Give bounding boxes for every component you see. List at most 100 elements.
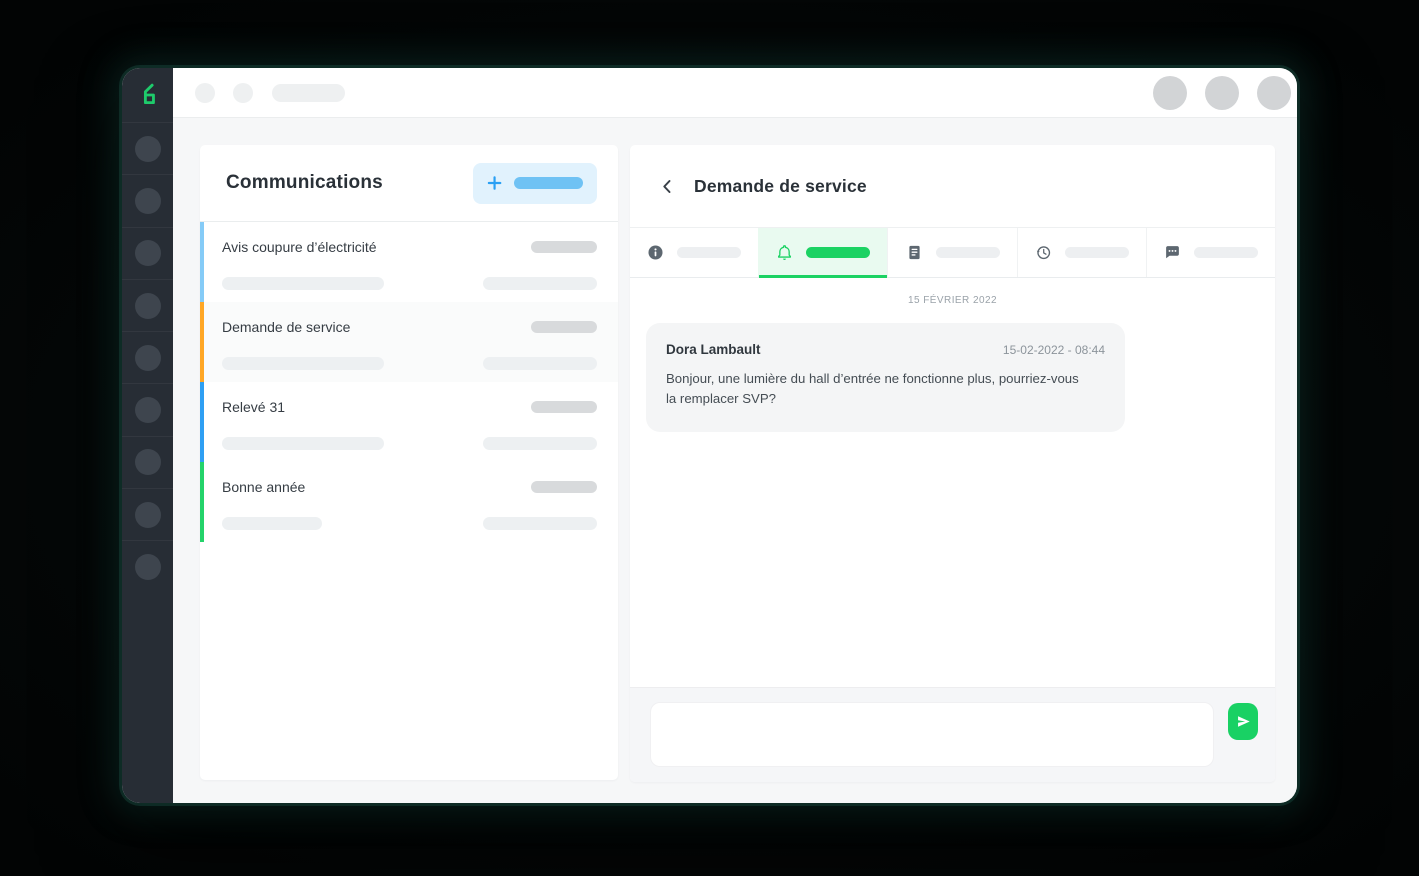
sidebar-nav-icon-placeholder <box>135 293 161 319</box>
communications-header: Communications <box>200 145 618 222</box>
communication-item-bottom <box>222 277 597 290</box>
sidebar-nav-icon-placeholder <box>135 345 161 371</box>
brand-b-logo <box>122 68 173 122</box>
send-icon <box>1236 714 1251 729</box>
communication-item-bottom <box>222 357 597 370</box>
communication-date-placeholder <box>483 437 597 450</box>
add-communication-button[interactable] <box>473 163 597 204</box>
message-bubble: Dora Lambault 15-02-2022 - 08:44 Bonjour… <box>646 323 1125 432</box>
communication-item-title: Bonne année <box>222 479 305 495</box>
send-button[interactable] <box>1228 703 1258 740</box>
sidebar-nav-item[interactable] <box>122 488 173 540</box>
communication-meta-placeholder <box>531 481 597 493</box>
sidebar-nav-item[interactable] <box>122 279 173 331</box>
tab-info[interactable] <box>630 228 758 277</box>
plus-icon <box>487 174 502 192</box>
communication-meta-placeholder <box>531 401 597 413</box>
sidebar-nav <box>122 122 173 593</box>
history-icon <box>1035 244 1052 261</box>
sidebar-nav-icon-placeholder <box>135 449 161 475</box>
tab-history[interactable] <box>1017 228 1146 277</box>
message-composer <box>630 687 1275 782</box>
sidebar-nav-icon-placeholder <box>135 188 161 214</box>
add-button-label-placeholder <box>514 177 583 189</box>
tab-messages[interactable] <box>1146 228 1275 277</box>
chevron-left-icon <box>659 178 676 195</box>
communication-list-item[interactable]: Demande de service <box>200 302 618 382</box>
conversation-header: Demande de service <box>630 145 1275 228</box>
communication-list-item[interactable]: Avis coupure d’électricité <box>200 222 618 302</box>
message-header: Dora Lambault 15-02-2022 - 08:44 <box>666 342 1105 357</box>
communication-meta-placeholder <box>531 321 597 333</box>
message-thread: 15 FÉVRIER 2022 Dora Lambault 15-02-2022… <box>630 278 1275 687</box>
communications-title: Communications <box>226 172 383 194</box>
communication-item-bottom <box>222 437 597 450</box>
topbar-button-placeholder[interactable] <box>233 83 253 103</box>
communication-date-placeholder <box>483 357 597 370</box>
tab-label-placeholder <box>1194 247 1258 258</box>
conversation-panel: Demande de service <box>630 145 1275 782</box>
window-topbar <box>173 68 1297 118</box>
sidebar-nav-item[interactable] <box>122 122 173 174</box>
communication-preview-placeholder <box>222 277 384 290</box>
sidebar-nav-item[interactable] <box>122 174 173 226</box>
communication-item-top: Bonne année <box>222 462 597 495</box>
app-window: Communications Avis coupure d’électricit… <box>122 68 1297 803</box>
topbar-avatar-placeholder[interactable] <box>1205 76 1239 110</box>
communication-list-item[interactable]: Relevé 31 <box>200 382 618 462</box>
bell-icon <box>776 244 793 261</box>
communication-preview-placeholder <box>222 517 322 530</box>
topbar-button-placeholder[interactable] <box>195 83 215 103</box>
communication-item-title: Relevé 31 <box>222 399 285 415</box>
communication-item-title: Demande de service <box>222 319 350 335</box>
communication-item-top: Relevé 31 <box>222 382 597 415</box>
communication-list-item[interactable]: Bonne année <box>200 462 618 542</box>
sidebar-nav-item[interactable] <box>122 331 173 383</box>
tab-label-placeholder <box>936 247 1000 258</box>
communication-preview-placeholder <box>222 357 384 370</box>
communication-preview-placeholder <box>222 437 384 450</box>
app-sidebar <box>122 68 173 803</box>
brand-b-logo-glyph <box>137 83 159 107</box>
sidebar-nav-icon-placeholder <box>135 240 161 266</box>
communication-item-title: Avis coupure d’électricité <box>222 239 377 255</box>
document-icon <box>906 244 923 261</box>
communication-meta-placeholder <box>531 241 597 253</box>
communications-panel: Communications Avis coupure d’électricit… <box>200 145 618 780</box>
sidebar-nav-item[interactable] <box>122 383 173 435</box>
sidebar-nav-icon-placeholder <box>135 502 161 528</box>
tab-label-placeholder <box>1065 247 1129 258</box>
conversation-tabs <box>630 228 1275 278</box>
desktop-background: Communications Avis coupure d’électricit… <box>0 0 1419 876</box>
main-content: Communications Avis coupure d’électricit… <box>173 118 1297 803</box>
sidebar-nav-icon-placeholder <box>135 554 161 580</box>
sidebar-nav-item[interactable] <box>122 540 173 592</box>
back-button[interactable] <box>654 173 680 199</box>
communication-item-top: Demande de service <box>222 302 597 335</box>
communication-item-top: Avis coupure d’électricité <box>222 222 597 255</box>
tab-label-placeholder <box>806 247 870 258</box>
tab-notifications[interactable] <box>758 228 887 277</box>
info-icon <box>647 244 664 261</box>
communications-list: Avis coupure d’électricité Demande de se… <box>200 222 618 542</box>
tab-label-placeholder <box>677 247 741 258</box>
conversation-title: Demande de service <box>694 176 867 197</box>
communication-item-bottom <box>222 517 597 530</box>
sidebar-nav-item[interactable] <box>122 227 173 279</box>
sidebar-nav-item[interactable] <box>122 436 173 488</box>
topbar-label-placeholder <box>272 84 345 102</box>
chat-icon <box>1164 244 1181 261</box>
sidebar-nav-icon-placeholder <box>135 136 161 162</box>
message-body: Bonjour, une lumière du hall d’entrée ne… <box>666 369 1086 410</box>
message-timestamp: 15-02-2022 - 08:44 <box>1003 343 1105 357</box>
communication-date-placeholder <box>483 277 597 290</box>
date-separator: 15 FÉVRIER 2022 <box>630 278 1275 306</box>
topbar-right-group <box>1153 76 1291 110</box>
tab-documents[interactable] <box>887 228 1016 277</box>
topbar-avatar-placeholder[interactable] <box>1257 76 1291 110</box>
topbar-avatar-placeholder[interactable] <box>1153 76 1187 110</box>
message-author: Dora Lambault <box>666 342 761 357</box>
communication-date-placeholder <box>483 517 597 530</box>
sidebar-nav-icon-placeholder <box>135 397 161 423</box>
message-input[interactable] <box>650 702 1214 767</box>
